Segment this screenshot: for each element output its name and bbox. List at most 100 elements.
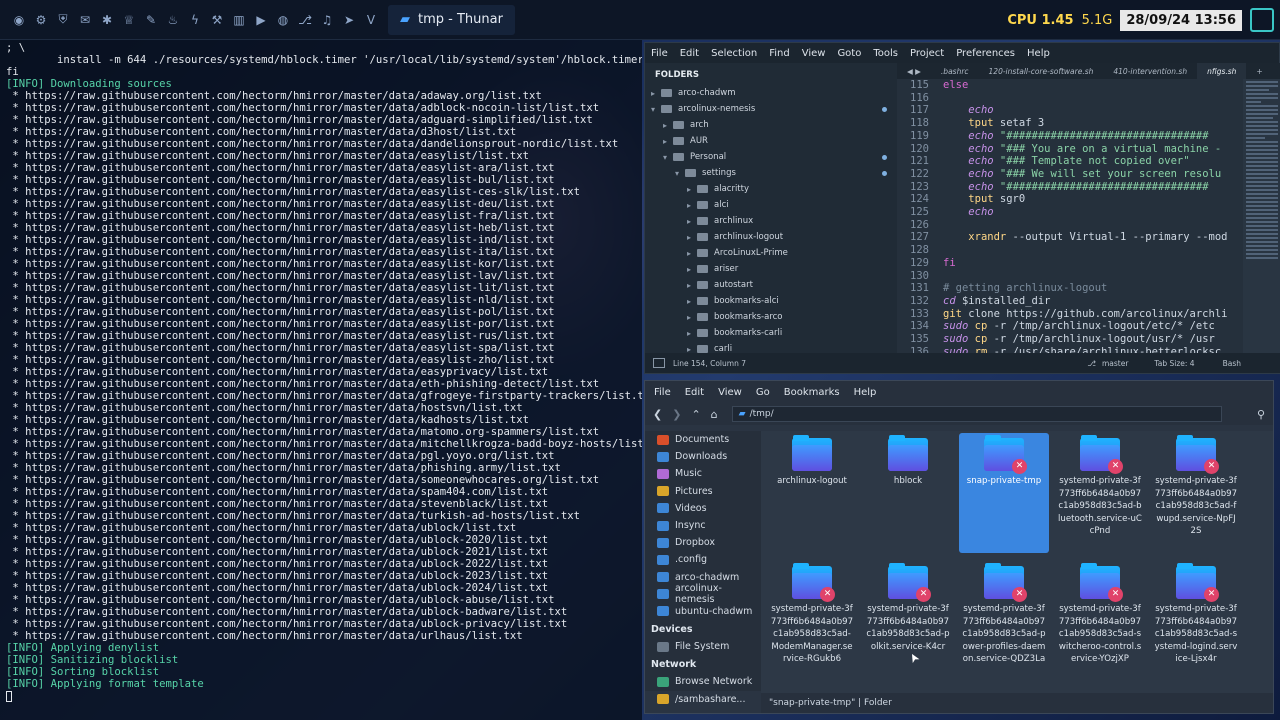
folder-item[interactable]: ✕ systemd-private-3f773ff6b6484a0b97c1ab9… [1055, 433, 1145, 538]
menu-item-help[interactable]: Help [1021, 48, 1056, 59]
folder-item[interactable]: ✕ systemd-private-3f773ff6b6484a0b97c1ab9… [1151, 433, 1241, 538]
line-number: 117 [910, 104, 929, 117]
cursor-position: Line 154, Column 7 [673, 358, 746, 368]
git-branch[interactable]: master [1102, 359, 1128, 368]
menu-item-go[interactable]: Go [749, 387, 777, 398]
editor-tab[interactable]: 410-intervention.sh [1103, 67, 1197, 76]
lightning-icon[interactable]: ϟ [184, 9, 206, 31]
mail-icon[interactable]: ✉ [74, 9, 96, 31]
folder-tree-item[interactable]: ▸ arco-chadwm [645, 85, 897, 101]
up-icon[interactable]: ⌃ [691, 408, 700, 421]
git-icon[interactable]: ⎇ [294, 9, 316, 31]
folder-item[interactable]: ✕ systemd-private-3f773ff6b6484a0b97c1ab9… [1055, 561, 1145, 666]
settings-icon[interactable]: ⚙ [30, 9, 52, 31]
folder-tree-item[interactable]: ▸ ariser [645, 261, 897, 277]
clock[interactable]: 28/09/24 13:56 [1120, 9, 1242, 31]
sidebar-place[interactable]: .config [645, 551, 761, 568]
sidebar-place[interactable]: ubuntu-chadwm [645, 603, 761, 620]
menu-item-file[interactable]: File [647, 387, 678, 398]
bug-icon[interactable]: ✱ [96, 9, 118, 31]
vivaldi-icon[interactable]: V [360, 9, 382, 31]
active-window-title[interactable]: ▰ tmp - Thunar [388, 4, 515, 35]
menu-item-project[interactable]: Project [904, 48, 950, 59]
sidebar-place[interactable]: arcolinux-nemesis [645, 583, 761, 605]
editor-tab[interactable]: nfigs.sh [1197, 63, 1247, 79]
editor-tab[interactable]: 120-install-core-software.sh [979, 67, 1104, 76]
folder-tree-item[interactable]: ▸ autostart [645, 277, 897, 293]
location-bar[interactable]: ▰ /tmp/ [731, 406, 1222, 422]
code-area[interactable]: 115 else 116 117 echo 118 tput setaf 3 119 ec… [897, 79, 1280, 355]
syntax-mode[interactable]: Bash [1223, 359, 1241, 368]
tab-size[interactable]: Tab Size: 4 [1154, 359, 1194, 368]
folder-tree-item[interactable]: ▸ archlinux-logout [645, 229, 897, 245]
forward-icon[interactable]: ❯ [672, 408, 681, 421]
terminal-line: * https://raw.githubusercontent.com/hect… [6, 594, 555, 606]
sidebar-place[interactable]: Videos [645, 500, 761, 517]
flame-icon[interactable]: ♨ [162, 9, 184, 31]
menu-item-bookmarks[interactable]: Bookmarks [777, 387, 847, 398]
folder-item[interactable]: ✕ systemd-private-3f773ff6b6484a0b97c1ab9… [767, 561, 857, 666]
folder-item[interactable]: ✕ systemd-private-3f773ff6b6484a0b97c1ab9… [863, 561, 953, 653]
panel-toggle-icon[interactable] [653, 358, 665, 368]
menu-item-preferences[interactable]: Preferences [950, 48, 1021, 59]
shield-icon[interactable]: ⛨ [52, 9, 74, 31]
trophy-icon[interactable]: ♕ [118, 9, 140, 31]
terminal-line: * https://raw.githubusercontent.com/hect… [6, 402, 523, 414]
sidebar-place[interactable]: Browse Network [645, 673, 761, 690]
sidebar-place[interactable]: Dropbox [645, 534, 761, 551]
menu-item-view[interactable]: View [796, 48, 832, 59]
folder-item[interactable]: hblock [863, 433, 953, 488]
sidebar-place[interactable]: Pictures [645, 483, 761, 500]
tab-nav-arrows[interactable]: ◀ ▶ [897, 67, 931, 76]
menu-item-view[interactable]: View [711, 387, 749, 398]
folder-tree-item[interactable]: ▸ alci [645, 197, 897, 213]
folder-tree-item[interactable]: ▸ archlinux [645, 213, 897, 229]
new-tab-icon[interactable]: + [1246, 67, 1272, 76]
sidebar-place[interactable]: Insync [645, 517, 761, 534]
folder-item[interactable]: ✕ systemd-private-3f773ff6b6484a0b97c1ab9… [1151, 561, 1241, 666]
folder-item[interactable]: ✕ systemd-private-3f773ff6b6484a0b97c1ab9… [959, 561, 1049, 666]
folder-tree-item[interactable]: ▾ Personal [645, 149, 897, 165]
layout-icon[interactable]: ▥ [228, 9, 250, 31]
folder-item[interactable]: ✕ snap-private-tmp [959, 433, 1049, 553]
arch-logo-icon[interactable]: ◉ [8, 9, 30, 31]
menu-item-tools[interactable]: Tools [867, 48, 904, 59]
sidebar-place[interactable]: File System [645, 638, 761, 655]
folder-tree-item[interactable]: ▸ bookmarks-carli [645, 325, 897, 341]
folder-tree-item[interactable]: ▸ bookmarks-arco [645, 309, 897, 325]
menu-item-edit[interactable]: Edit [678, 387, 711, 398]
folder-tree-item[interactable]: ▾ arcolinux-nemesis [645, 101, 897, 117]
terminal-window[interactable]: ; \ install -m 644 ./resources/systemd/h… [0, 40, 642, 720]
menu-item-goto[interactable]: Goto [831, 48, 867, 59]
minimap[interactable] [1243, 79, 1280, 355]
menu-item-help[interactable]: Help [847, 387, 884, 398]
screenshot-icon[interactable] [1250, 8, 1274, 32]
menu-item-find[interactable]: Find [763, 48, 796, 59]
sidebar-place[interactable]: Documents [645, 431, 761, 448]
back-icon[interactable]: ❮ [653, 408, 662, 421]
chrome-icon[interactable]: ◍ [272, 9, 294, 31]
wrench-icon[interactable]: ✎ [140, 9, 162, 31]
folder-tree-item[interactable]: ▾ settings [645, 165, 897, 181]
telegram-icon[interactable]: ➤ [338, 9, 360, 31]
menu-item-selection[interactable]: Selection [705, 48, 763, 59]
editor-tab[interactable]: .bashrc [931, 67, 979, 76]
folder-item[interactable]: archlinux-logout [767, 433, 857, 488]
music-icon[interactable]: ♫ [316, 9, 338, 31]
search-icon[interactable]: ⚲ [1257, 408, 1265, 421]
cpu-load: CPU 1.45 [1007, 12, 1074, 28]
menu-item-edit[interactable]: Edit [674, 48, 705, 59]
youtube-icon[interactable]: ▶ [250, 9, 272, 31]
home-icon[interactable]: ⌂ [711, 408, 718, 421]
folder-tree-item[interactable]: ▸ AUR [645, 133, 897, 149]
tools-icon[interactable]: ⚒ [206, 9, 228, 31]
sidebar-place[interactable]: Music [645, 465, 761, 482]
place-icon [657, 434, 669, 445]
sidebar-place[interactable]: Downloads [645, 448, 761, 465]
sidebar-place[interactable]: /sambashare... [645, 690, 761, 707]
folder-tree-item[interactable]: ▸ bookmarks-alci [645, 293, 897, 309]
folder-tree-item[interactable]: ▸ alacritty [645, 181, 897, 197]
folder-tree-item[interactable]: ▸ ArcoLinuxL-Prime [645, 245, 897, 261]
menu-item-file[interactable]: File [645, 48, 674, 59]
folder-tree-item[interactable]: ▸ arch [645, 117, 897, 133]
